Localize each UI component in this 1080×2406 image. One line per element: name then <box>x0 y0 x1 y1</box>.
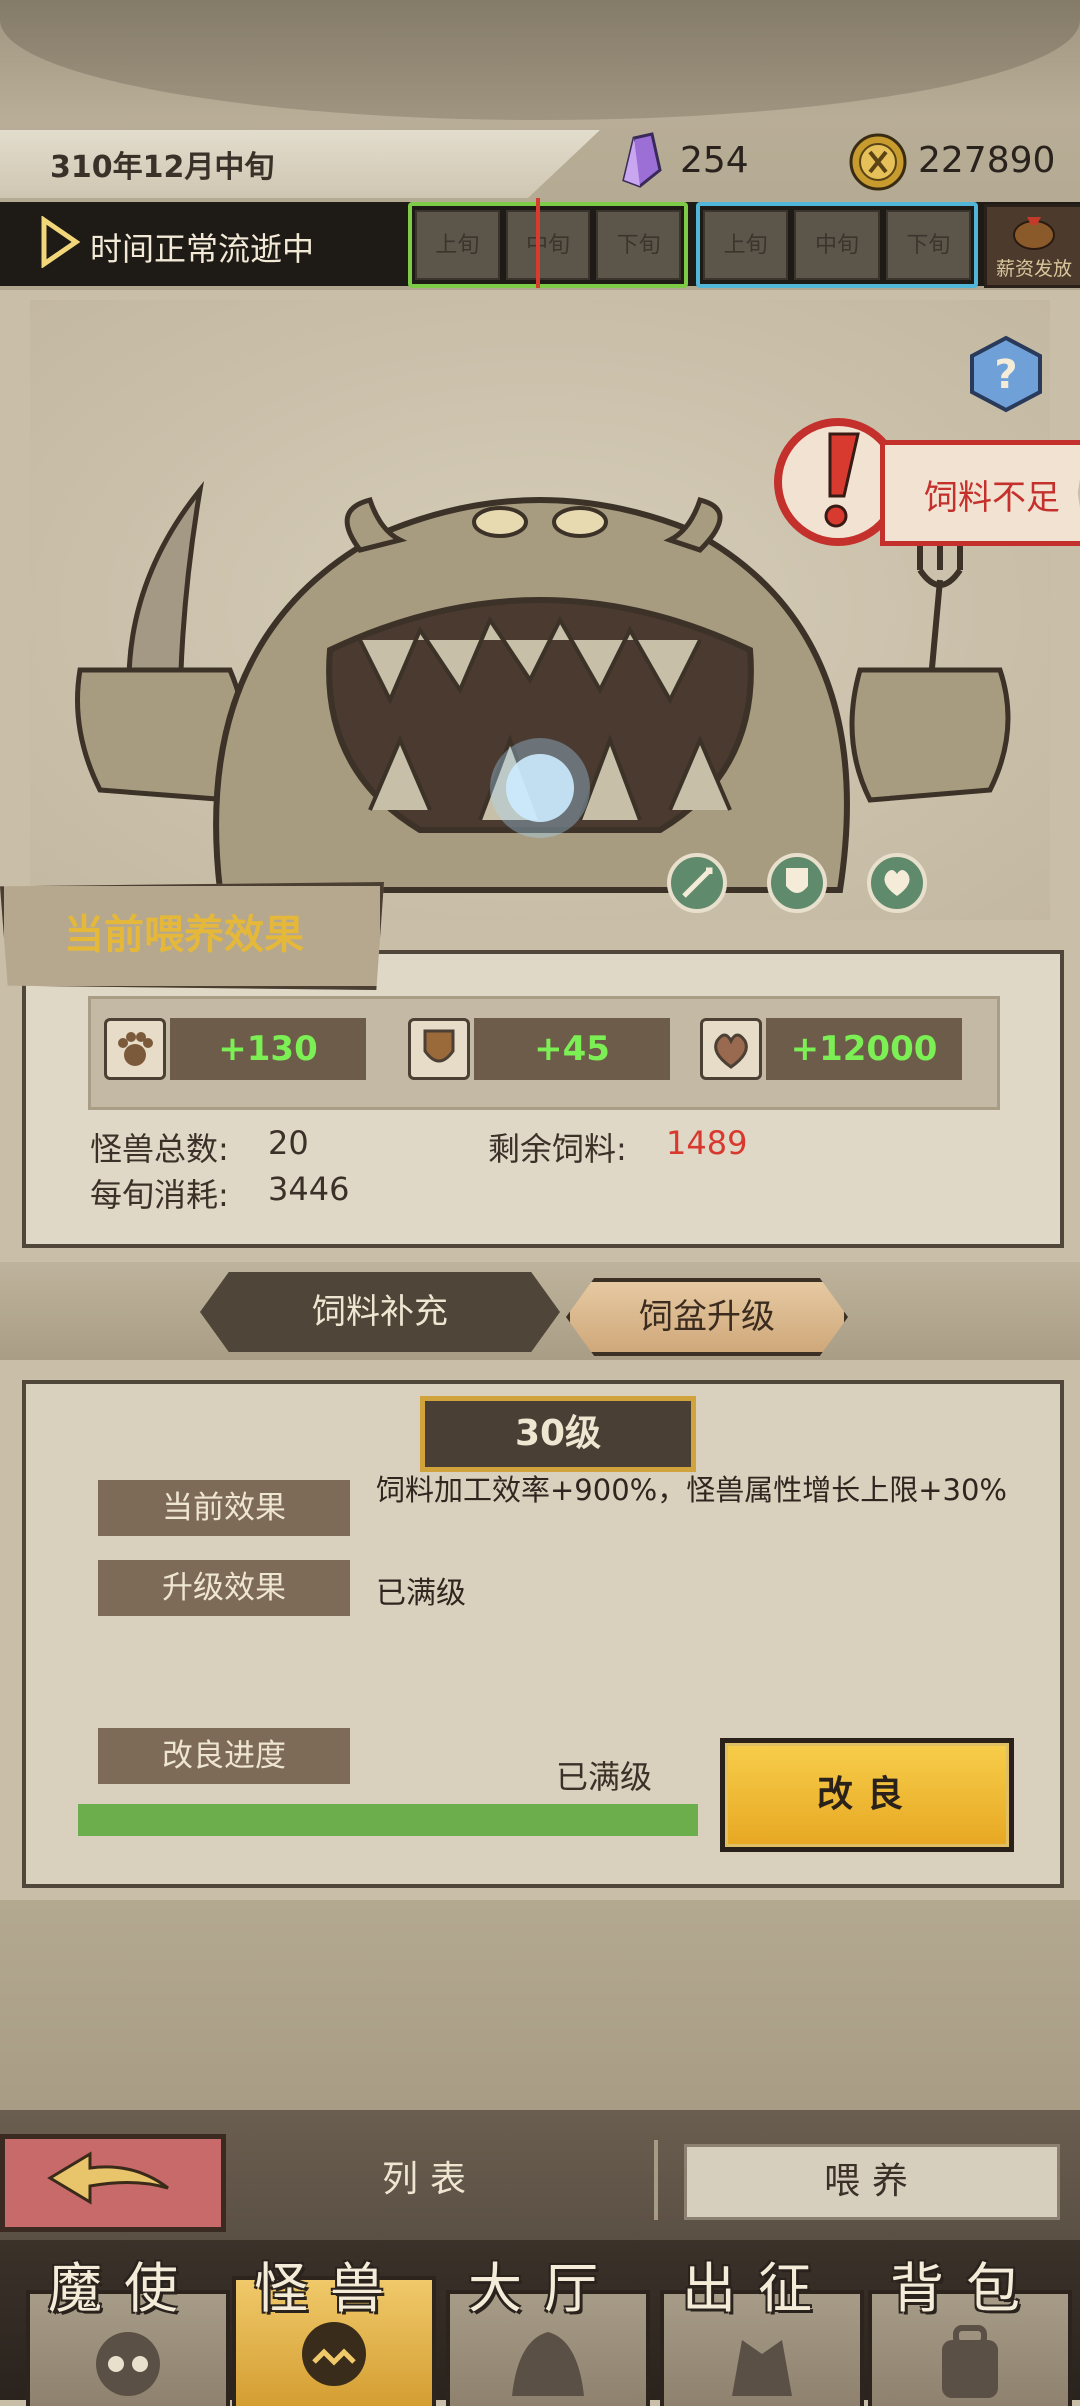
remaining-feed-label: 剩余饲料: <box>488 1130 627 1168</box>
period-segment[interactable]: 中旬 <box>505 210 591 280</box>
salary-button[interactable]: 薪资发放 <box>984 204 1080 288</box>
skull-icon <box>96 2332 160 2396</box>
feeding-effect-title: 当前喂养效果 <box>64 912 304 958</box>
period-segment[interactable]: 上旬 <box>703 210 789 280</box>
help-icon[interactable]: ? <box>966 334 1046 414</box>
upgrade-effect-label: 升级效果 <box>98 1560 350 1616</box>
health-stat-icon[interactable] <box>866 852 928 914</box>
paw-icon <box>104 1018 166 1080</box>
time-marker <box>536 198 540 288</box>
improve-progress-status: 已满级 <box>556 1758 653 1796</box>
tab-feed-supply[interactable]: 饲料补充 <box>200 1272 560 1352</box>
bowl-level: 30级 <box>420 1396 696 1472</box>
gem-count: 254 <box>680 140 749 181</box>
coin-count: 227890 <box>918 140 1056 181</box>
period-segments-next: 上旬 中旬 下旬 <box>696 202 978 288</box>
attack-bonus: +130 <box>170 1018 366 1080</box>
svg-text:?: ? <box>994 352 1017 398</box>
current-effect-label: 当前效果 <box>98 1480 350 1536</box>
nav-divider <box>654 2140 658 2220</box>
crystal-icon <box>622 132 662 188</box>
coin-icon <box>849 133 907 191</box>
dock-label-envoy: 魔使 <box>48 2257 200 2320</box>
period-segment[interactable]: 下旬 <box>885 210 971 280</box>
feed-shortage-warning: 饲料不足 <box>924 478 1060 518</box>
back-arrow-icon <box>47 2151 169 2205</box>
dock-label-monster: 怪兽 <box>254 2257 406 2320</box>
salary-label: 薪资发放 <box>995 258 1072 280</box>
dock-label-expedition: 出征 <box>682 2257 834 2320</box>
backpack-icon <box>942 2325 998 2398</box>
current-effect-text: 饲料加工效率+900%，怪兽属性增长上限+30% <box>376 1473 1007 1507</box>
heart-icon <box>700 1018 762 1080</box>
money-bag-icon <box>1013 217 1055 250</box>
time-status: 时间正常流逝中 <box>90 230 315 268</box>
dock-label-hall: 大厅 <box>468 2257 620 2320</box>
defense-stat-icon[interactable] <box>766 852 828 914</box>
remaining-feed-value: 1489 <box>666 1124 748 1162</box>
health-bonus: +12000 <box>766 1018 962 1080</box>
lower-frame <box>0 1900 1080 2110</box>
period-segments-current: 上旬 中旬 下旬 <box>408 202 688 288</box>
consumption-value: 3446 <box>268 1170 350 1208</box>
list-button[interactable]: 列表 <box>330 2150 530 2210</box>
play-icon[interactable] <box>40 216 80 268</box>
consumption-label: 每旬消耗: <box>90 1176 229 1214</box>
game-date: 310年12月中旬 <box>50 150 275 185</box>
monster-total-value: 20 <box>268 1124 309 1162</box>
period-segment[interactable]: 上旬 <box>415 210 500 280</box>
improve-progress-label: 改良进度 <box>98 1728 350 1784</box>
expedition-icon <box>732 2340 792 2396</box>
feed-button[interactable]: 喂养 <box>684 2144 1060 2220</box>
shield-icon <box>408 1018 470 1080</box>
defense-bonus: +45 <box>474 1018 670 1080</box>
tab-bowl-upgrade[interactable]: 饲盆升级 <box>566 1278 848 1356</box>
attack-stat-icon[interactable] <box>666 852 728 914</box>
period-segment[interactable]: 下旬 <box>596 210 682 280</box>
progress-bar-fill <box>78 1804 698 1836</box>
monster-total-label: 怪兽总数: <box>90 1130 229 1168</box>
dock-label-backpack: 背包 <box>890 2257 1042 2320</box>
improve-button[interactable]: 改良 <box>720 1738 1014 1852</box>
hall-icon <box>512 2332 584 2396</box>
upgrade-effect-text: 已满级 <box>376 1576 466 1611</box>
period-segment[interactable]: 中旬 <box>794 210 880 280</box>
